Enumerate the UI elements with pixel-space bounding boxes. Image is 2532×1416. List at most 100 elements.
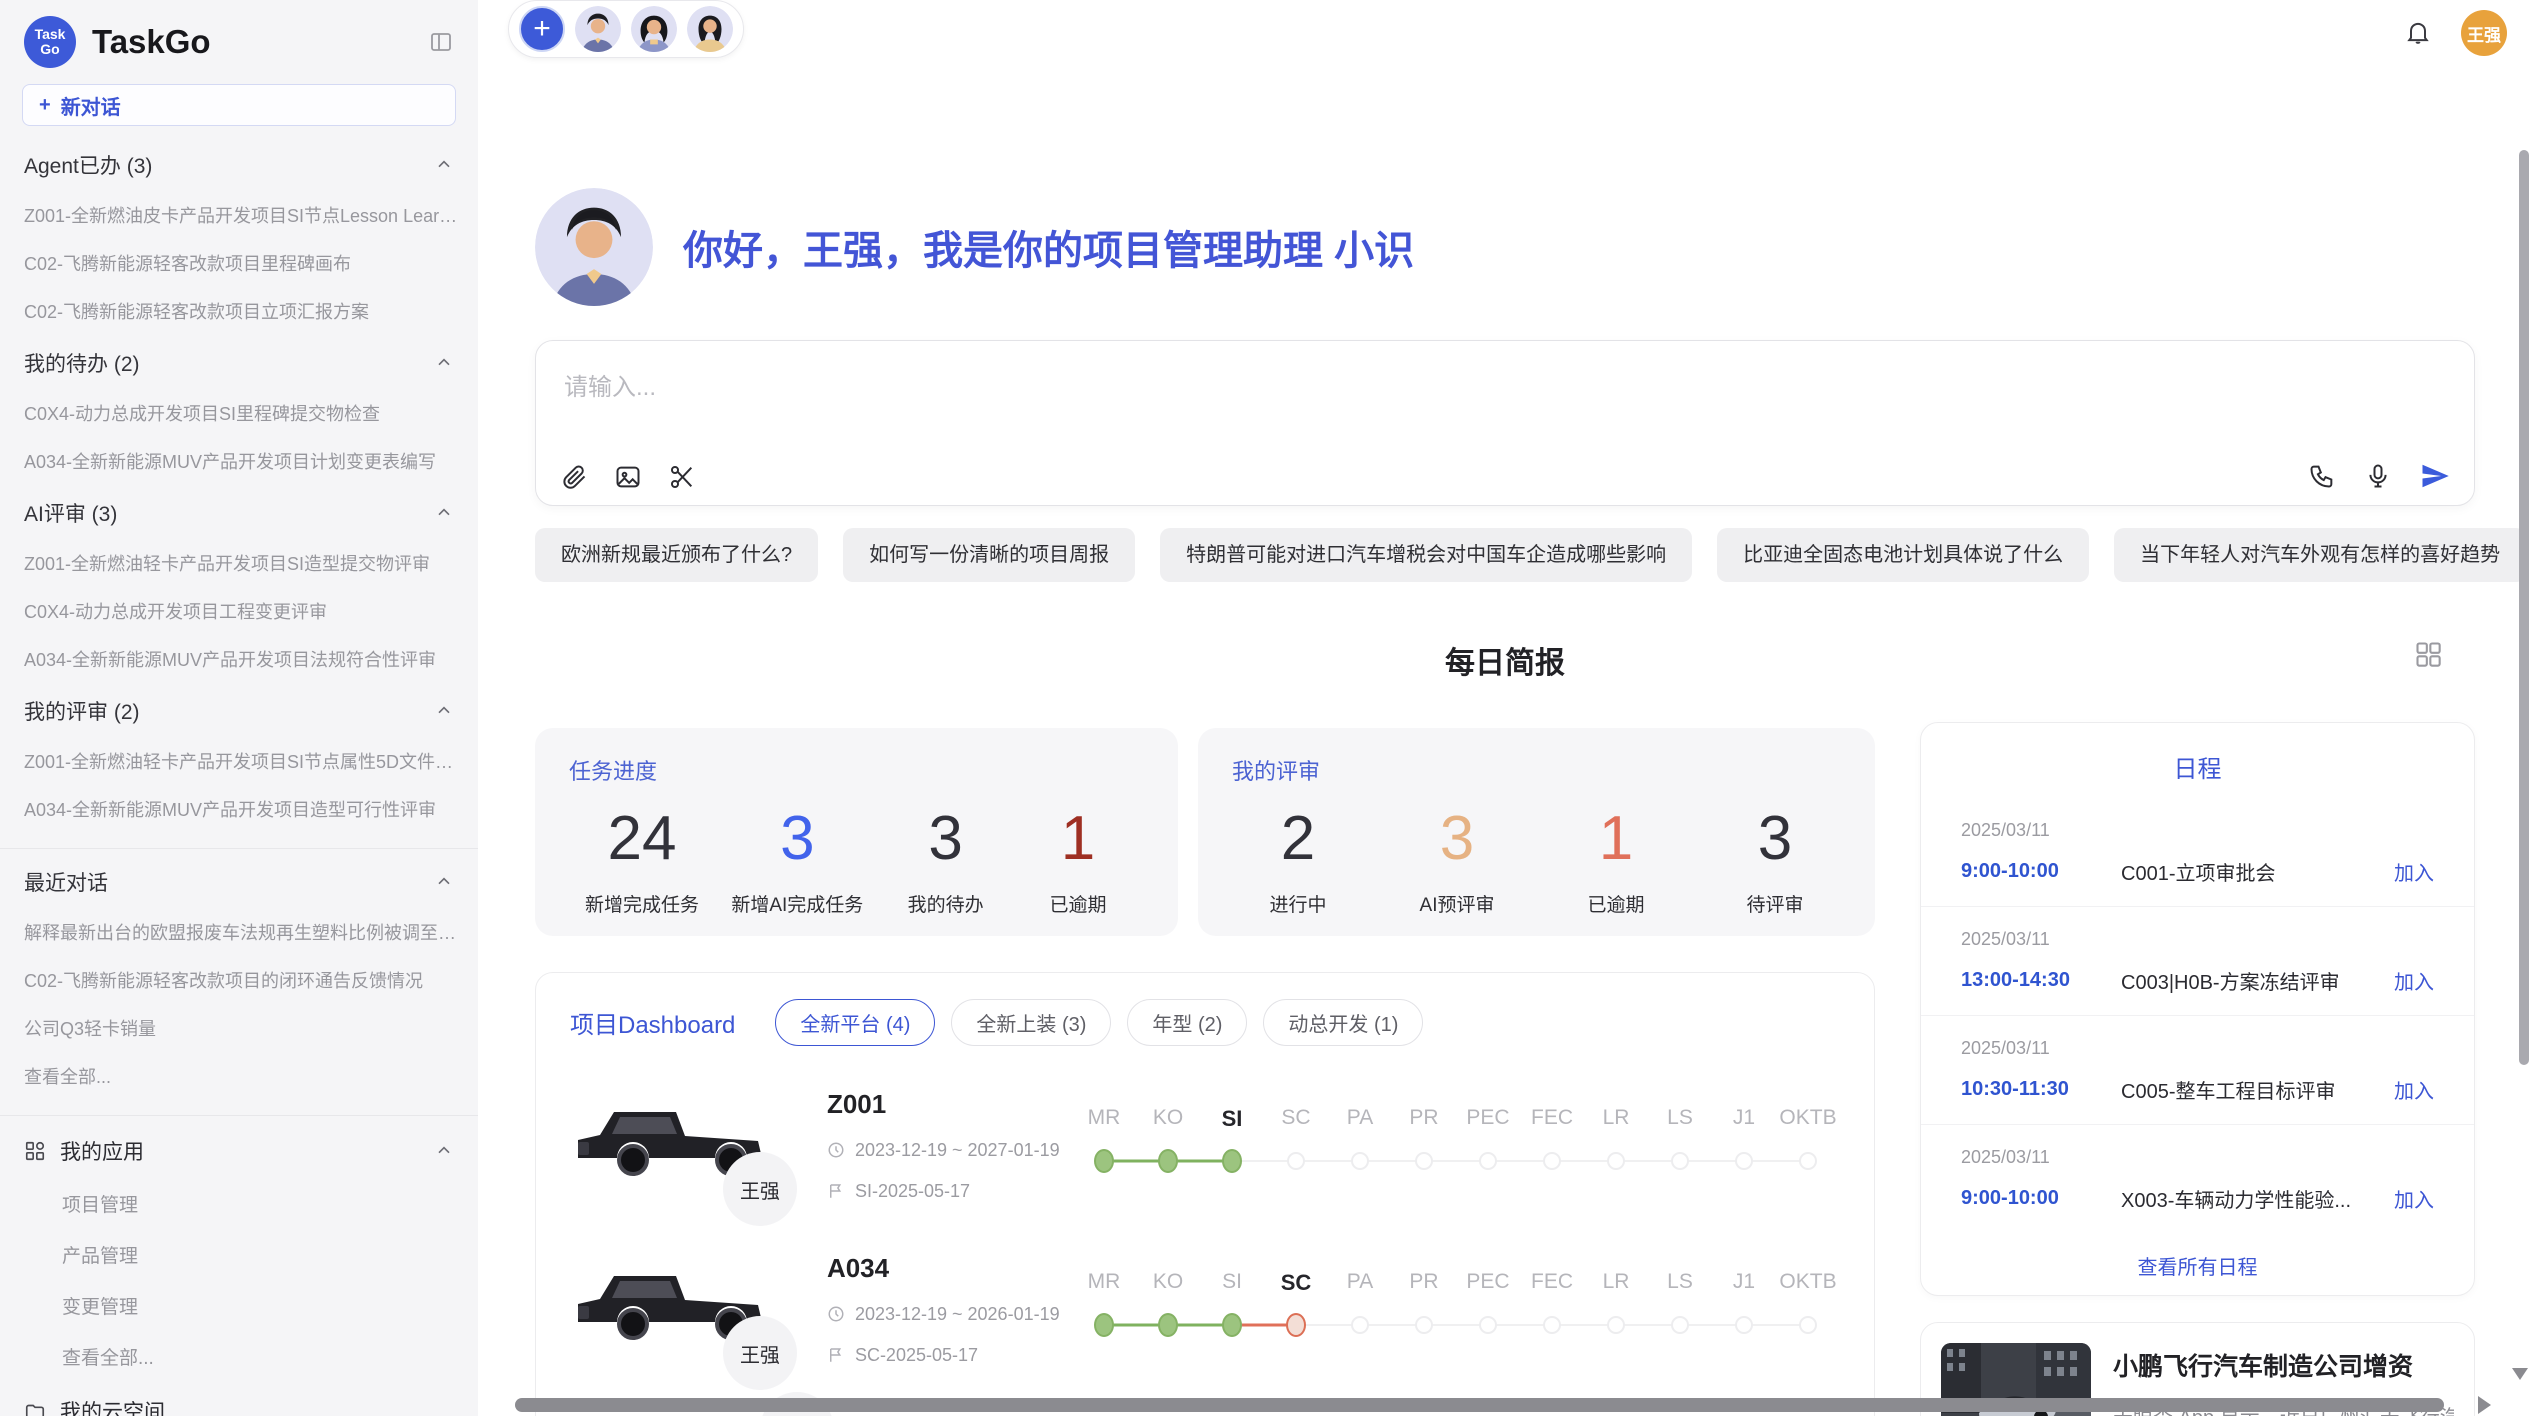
project-row[interactable]: 王强 Z001 2023-12-19 ~ 2027-01-19 SI-2025-…: [570, 1080, 1840, 1210]
suggestion-chip[interactable]: 欧洲新规最近颁布了什么?: [535, 528, 818, 582]
avatar[interactable]: [687, 6, 733, 52]
tab-powertrain[interactable]: 动总开发 (1): [1263, 999, 1423, 1046]
tab-new-platform[interactable]: 全新平台 (4): [775, 999, 935, 1046]
avatar[interactable]: [575, 6, 621, 52]
schedule-card: 日程 2025/03/11 9:00-10:00 C001-立项审批会 加入 2…: [1920, 722, 2475, 1296]
join-button[interactable]: 加入: [2394, 1075, 2434, 1104]
list-item[interactable]: Z001-全新燃油轻卡产品开发项目SI节点属性5D文件评审: [0, 748, 478, 774]
new-chat-button[interactable]: + 新对话: [22, 84, 456, 126]
chevron-up-icon[interactable]: [434, 155, 454, 175]
app-root: Task Go TaskGo + 新对话 Agent已办 (3) Z001-全新…: [0, 0, 2532, 1416]
list-item[interactable]: Z001-全新燃油皮卡产品开发项目SI节点Lesson Learn报告: [0, 202, 478, 228]
schedule-time: 9:00-10:00: [1961, 1187, 2121, 1210]
list-item[interactable]: C02-飞腾新能源轻客改款项目里程碑画布: [0, 250, 478, 276]
tab-new-body[interactable]: 全新上装 (3): [951, 999, 1111, 1046]
milestone-label: PA: [1328, 1270, 1392, 1296]
section-my-todo[interactable]: 我的待办 (2): [0, 348, 478, 378]
list-item[interactable]: A034-全新新能源MUV产品开发项目法规符合性评审: [0, 646, 478, 672]
milestone-dot-done: [1158, 1149, 1178, 1173]
chat-input-placeholder[interactable]: 请输入...: [564, 367, 2446, 402]
join-button[interactable]: 加入: [2394, 966, 2434, 995]
add-session-button[interactable]: +: [519, 6, 565, 52]
milestone-label: SC: [1264, 1106, 1328, 1132]
list-item[interactable]: C0X4-动力总成开发项目工程变更评审: [0, 598, 478, 624]
list-item[interactable]: C0X4-动力总成开发项目SI里程碑提交物检查: [0, 400, 478, 426]
milestone-label: LR: [1584, 1270, 1648, 1296]
attachment-icon[interactable]: [560, 463, 588, 491]
microphone-icon[interactable]: [2364, 462, 2392, 490]
view-all-link[interactable]: 查看全部...: [0, 1343, 478, 1370]
chevron-up-icon[interactable]: [434, 701, 454, 721]
clock-icon: [827, 1305, 845, 1323]
layout-grid-icon[interactable]: [2414, 640, 2442, 668]
daily-briefing-title: 每日简报: [535, 638, 2475, 682]
suggestion-chip[interactable]: 当下年轻人对汽车外观有怎样的喜好趋势: [2114, 528, 2526, 582]
list-item[interactable]: A034-全新新能源MUV产品开发项目计划变更表编写: [0, 448, 478, 474]
section-my-review[interactable]: 我的评审 (2): [0, 696, 478, 726]
sidebar-item-change-mgmt[interactable]: 变更管理: [0, 1292, 478, 1319]
sidebar-item-cloud-space[interactable]: 我的云空间: [0, 1396, 478, 1416]
assistant-avatar: [535, 188, 653, 306]
list-item[interactable]: C02-飞腾新能源轻客改款项目立项汇报方案: [0, 298, 478, 324]
scroll-down-arrow[interactable]: [2512, 1368, 2528, 1380]
list-item[interactable]: Z001-全新燃油轻卡产品开发项目SI造型提交物评审: [0, 550, 478, 576]
greeting-block: 你好，王强，我是你的项目管理助理 小识: [535, 188, 1414, 306]
join-button[interactable]: 加入: [2394, 1184, 2434, 1213]
stat-value: 3: [780, 796, 814, 882]
milestone-label: J1: [1712, 1106, 1776, 1132]
milestone-dot: [1415, 1152, 1433, 1170]
view-all-schedule-link[interactable]: 查看所有日程: [1921, 1251, 2474, 1280]
chat-input-card[interactable]: 请输入...: [535, 340, 2475, 506]
user-avatar[interactable]: 王强: [2461, 10, 2507, 56]
chevron-up-icon[interactable]: [434, 503, 454, 523]
stat-overdue: 1 已逾期: [1028, 796, 1128, 917]
send-icon[interactable]: [2420, 461, 2450, 491]
milestone-label: PA: [1328, 1106, 1392, 1132]
chevron-up-icon[interactable]: [434, 1141, 454, 1161]
section-ai-review[interactable]: AI评审 (3): [0, 498, 478, 528]
collapse-sidebar-icon[interactable]: [428, 30, 454, 54]
image-upload-icon[interactable]: [614, 463, 642, 491]
list-item[interactable]: A034-全新新能源MUV产品开发项目造型可行性评审: [0, 796, 478, 822]
task-progress-card: 任务进度 24 新增完成任务 3 新增AI完成任务 3 我的待办: [535, 728, 1178, 936]
vertical-scrollbar[interactable]: [2519, 150, 2529, 1065]
stat-label: 已逾期: [1049, 890, 1106, 917]
chevron-up-icon[interactable]: [434, 353, 454, 373]
list-item[interactable]: 公司Q3轻卡销量: [0, 1015, 478, 1041]
schedule-date: 2025/03/11: [1961, 1038, 2434, 1059]
divider: [0, 848, 478, 849]
avatar[interactable]: [631, 6, 677, 52]
suggestion-chip[interactable]: 如何写一份清晰的项目周报: [843, 528, 1135, 582]
chevron-up-icon[interactable]: [434, 872, 454, 892]
view-all-link[interactable]: 查看全部...: [0, 1063, 478, 1089]
stat-value: 3: [1440, 796, 1474, 882]
list-item[interactable]: C02-飞腾新能源轻客改款项目的闭环通告反馈情况: [0, 967, 478, 993]
list-item[interactable]: 解释最新出台的欧盟报废车法规再生塑料比例被调至15%...: [0, 919, 478, 945]
milestone-label: MR: [1072, 1270, 1136, 1296]
suggestion-chip[interactable]: 特朗普可能对进口汽车增税会对中国车企造成哪些影响: [1160, 528, 1692, 582]
scissors-icon[interactable]: [668, 463, 696, 491]
sidebar-item-product-mgmt[interactable]: 产品管理: [0, 1241, 478, 1268]
join-button[interactable]: 加入: [2394, 857, 2434, 886]
section-recent-chats[interactable]: 最近对话: [0, 867, 478, 897]
app-logo: Task Go: [24, 16, 76, 68]
flag-icon: [827, 1346, 845, 1364]
sidebar-item-project-mgmt[interactable]: 项目管理: [0, 1190, 478, 1217]
project-dashboard-card: 项目Dashboard 全新平台 (4) 全新上装 (3) 年型 (2) 动总开…: [535, 972, 1875, 1416]
project-name: Z001: [827, 1089, 1072, 1120]
milestone-dot: [1287, 1152, 1305, 1170]
suggestion-chip[interactable]: 比亚迪全固态电池计划具体说了什么: [1717, 528, 2089, 582]
tab-model-year[interactable]: 年型 (2): [1127, 999, 1247, 1046]
sidebar-item-my-apps[interactable]: 我的应用: [0, 1136, 478, 1166]
milestone-label: OKTB: [1776, 1106, 1840, 1132]
milestone-dot: [1799, 1152, 1817, 1170]
horizontal-scrollbar[interactable]: [515, 1398, 2444, 1412]
milestone-label: KO: [1136, 1270, 1200, 1296]
section-agent-done[interactable]: Agent已办 (3): [0, 150, 478, 180]
notification-bell-icon[interactable]: [2404, 18, 2432, 46]
project-row[interactable]: 王强 A034 2023-12-19 ~ 2026-01-19 SC-2025-…: [570, 1244, 1840, 1374]
car-image: 王强: [570, 1080, 771, 1210]
phone-icon[interactable]: [2308, 462, 2336, 490]
scroll-right-arrow[interactable]: [2478, 1396, 2491, 1414]
suggestion-chips: 欧洲新规最近颁布了什么? 如何写一份清晰的项目周报 特朗普可能对进口汽车增税会对…: [535, 528, 2526, 582]
